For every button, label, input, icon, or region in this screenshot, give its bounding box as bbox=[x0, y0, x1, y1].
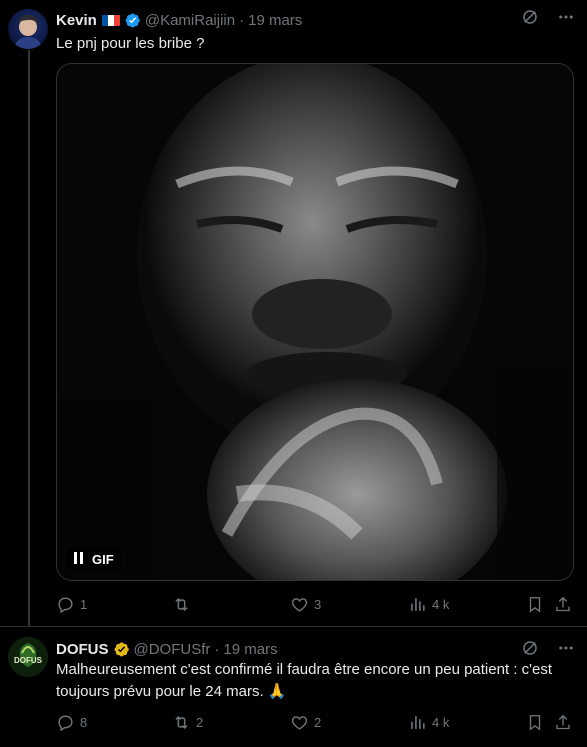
gif-controls[interactable]: GIF bbox=[67, 548, 121, 570]
retweet-button[interactable] bbox=[172, 594, 196, 614]
bookmark-button[interactable] bbox=[526, 594, 544, 614]
pause-icon[interactable] bbox=[74, 551, 84, 567]
gif-frame bbox=[57, 64, 573, 580]
reply-icon bbox=[58, 714, 73, 731]
views-count: 4 k bbox=[432, 714, 450, 730]
tweet-text: Malheureusement c'est confirmé il faudra… bbox=[56, 661, 552, 700]
share-button[interactable] bbox=[554, 594, 572, 614]
verified-badge-icon[interactable] bbox=[124, 12, 141, 29]
gif-badge: GIF bbox=[92, 551, 114, 567]
tweet-text: Le pnj pour les bribe ? bbox=[56, 35, 205, 52]
tweet-date[interactable]: 19 mars bbox=[248, 12, 302, 29]
tweet-dofus[interactable]: DOFUS DOFUS @DOFUSfr · 19 mars Malheureu… bbox=[0, 626, 587, 747]
svg-text:DOFUS: DOFUS bbox=[14, 656, 43, 665]
grok-icon[interactable] bbox=[521, 8, 539, 31]
dofus-logo: DOFUS bbox=[8, 637, 48, 677]
retweet-icon bbox=[175, 597, 188, 611]
share-button[interactable] bbox=[554, 712, 572, 732]
views-button[interactable]: 4 k bbox=[408, 594, 449, 614]
like-button[interactable]: 3 bbox=[290, 594, 321, 614]
reply-count: 1 bbox=[80, 596, 88, 612]
separator-dot: · bbox=[214, 640, 220, 658]
tweet-date[interactable]: 19 mars bbox=[223, 641, 277, 658]
like-button[interactable]: 2 bbox=[290, 712, 321, 732]
heart-icon bbox=[291, 715, 308, 730]
tweet-header: DOFUS @DOFUSfr · 19 mars bbox=[56, 639, 278, 659]
views-chart-icon bbox=[411, 715, 425, 729]
bookmark-button[interactable] bbox=[526, 712, 544, 732]
retweet-button[interactable]: 2 bbox=[172, 712, 203, 732]
gold-verified-badge-icon[interactable] bbox=[113, 641, 130, 658]
tweet-top-actions bbox=[521, 8, 575, 31]
thread-line bbox=[28, 50, 30, 626]
more-options-icon[interactable] bbox=[557, 8, 575, 31]
views-chart-icon bbox=[411, 597, 425, 611]
author-handle[interactable]: @DOFUSfr bbox=[134, 641, 211, 658]
retweet-count: 2 bbox=[196, 714, 204, 730]
bookmark-icon bbox=[529, 596, 541, 613]
like-count: 2 bbox=[314, 714, 322, 730]
like-count: 3 bbox=[314, 596, 322, 612]
retweet-icon bbox=[175, 715, 188, 729]
avatar[interactable] bbox=[8, 9, 48, 49]
tweet-actions: 8 2 2 4 k bbox=[56, 712, 574, 732]
separator-dot: · bbox=[239, 11, 245, 29]
avatar-image bbox=[14, 14, 42, 49]
france-flag-icon bbox=[101, 14, 120, 26]
tweet-kevin[interactable]: Kevin @KamiRaijiin · 19 mars Le pnj pour… bbox=[0, 0, 587, 626]
tweet-actions: 1 3 4 k bbox=[56, 594, 574, 614]
avatar[interactable]: DOFUS bbox=[8, 637, 48, 677]
author-handle[interactable]: @KamiRaijiin bbox=[145, 12, 235, 29]
reply-button[interactable]: 1 bbox=[56, 594, 87, 614]
tweet-header: Kevin @KamiRaijiin · 19 mars bbox=[56, 10, 302, 30]
views-button[interactable]: 4 k bbox=[408, 712, 449, 732]
bookmark-icon bbox=[529, 714, 541, 731]
author-name[interactable]: Kevin bbox=[56, 12, 97, 29]
share-icon bbox=[556, 596, 570, 611]
reply-button[interactable]: 8 bbox=[56, 712, 87, 732]
gif-media[interactable]: GIF bbox=[56, 63, 574, 581]
reply-icon bbox=[58, 596, 73, 613]
share-icon bbox=[556, 714, 570, 729]
heart-icon bbox=[291, 597, 308, 612]
reply-count: 8 bbox=[80, 714, 88, 730]
author-name[interactable]: DOFUS bbox=[56, 641, 109, 658]
views-count: 4 k bbox=[432, 596, 450, 612]
